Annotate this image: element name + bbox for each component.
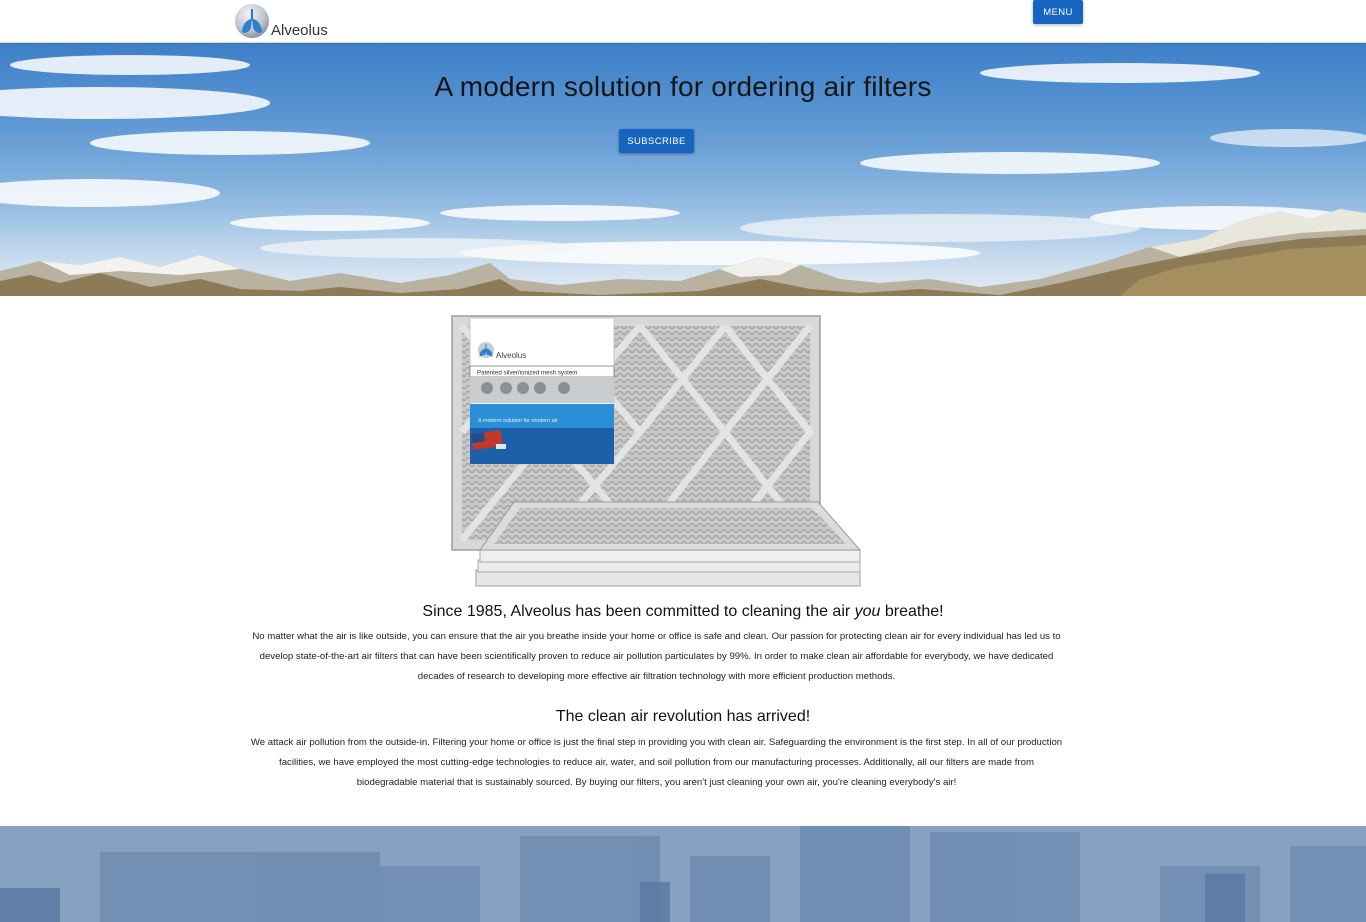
subscribe-button[interactable]: SUBSCRIBE xyxy=(619,129,694,153)
heading-text-part: breathe! xyxy=(880,603,944,620)
brand-logo[interactable]: Alveolus xyxy=(234,3,328,39)
brand-name: Alveolus xyxy=(271,22,328,39)
air-filter-illustration: Alveolus Patented silver/ionized mesh sy… xyxy=(451,315,862,587)
air-filter-product-image: Alveolus Patented silver/ionized mesh sy… xyxy=(450,312,864,590)
hero-banner: A modern solution for ordering air filte… xyxy=(0,43,1366,296)
package-tagline-text: Patented silver/ionized mesh system xyxy=(477,370,577,377)
section-heading-revolution: The clean air revolution has arrived! xyxy=(555,708,811,725)
section-paragraph-mission: No matter what the air is like outside, … xyxy=(252,631,1061,682)
menu-button[interactable]: MENU xyxy=(1033,0,1083,24)
section-heading-since-1985: Since 1985, Alveolus has been committed … xyxy=(0,603,1366,621)
heading-text-part: Since 1985, Alveolus has been committed … xyxy=(422,603,855,620)
lungs-globe-icon xyxy=(235,4,269,38)
hero-title: A modern solution for ordering air filte… xyxy=(434,71,932,102)
top-nav-bar: Alveolus MENU xyxy=(0,0,1366,43)
package-brand-text: Alveolus xyxy=(496,351,526,360)
heading-emphasis: you xyxy=(854,603,881,620)
city-skyline-background xyxy=(0,826,1366,922)
package-banner-text: A modern solution for modern air xyxy=(478,418,558,424)
filter-package-label: Alveolus Patented silver/ionized mesh sy… xyxy=(469,317,615,465)
city-skyline-banner xyxy=(0,826,1366,922)
section-paragraph-revolution: We attack air pollution from the outside… xyxy=(250,737,1063,788)
